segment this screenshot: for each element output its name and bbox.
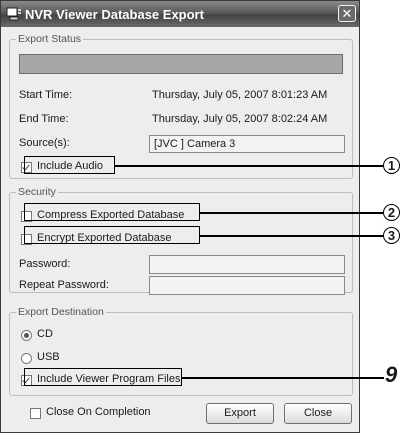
export-destination-legend: Export Destination bbox=[16, 306, 106, 318]
sources-value: [JVC ] Camera 3 bbox=[154, 138, 236, 150]
close-window-button[interactable]: ✕ bbox=[338, 5, 356, 22]
password-input[interactable] bbox=[149, 255, 345, 274]
window-title: NVR Viewer Database Export bbox=[25, 7, 204, 22]
nvr-app-icon bbox=[6, 7, 21, 21]
export-progress-bar bbox=[19, 54, 343, 74]
end-time-value: Thursday, July 05, 2007 8:02:24 AM bbox=[152, 113, 328, 125]
close-on-completion-checkbox[interactable] bbox=[30, 408, 41, 419]
close-on-completion-label: Close On Completion bbox=[46, 406, 151, 418]
sources-label: Source(s): bbox=[19, 137, 70, 149]
security-legend: Security bbox=[16, 186, 58, 198]
destination-cd-radio[interactable] bbox=[21, 330, 32, 341]
start-time-label: Start Time: bbox=[19, 89, 73, 101]
start-time-value: Thursday, July 05, 2007 8:01:23 AM bbox=[152, 89, 328, 101]
destination-cd-label: CD bbox=[37, 328, 53, 340]
export-status-legend: Export Status bbox=[16, 33, 84, 45]
highlight-include-audio bbox=[24, 156, 115, 174]
destination-usb-label: USB bbox=[37, 351, 60, 363]
callout-line-2 bbox=[200, 212, 383, 214]
callout-line-1 bbox=[115, 165, 383, 167]
repeat-password-label: Repeat Password: bbox=[19, 279, 109, 291]
highlight-include-viewer bbox=[24, 368, 182, 386]
sources-field: [JVC ] Camera 3 bbox=[149, 135, 345, 153]
callout-1: 1 bbox=[383, 157, 400, 174]
callout-line-3 bbox=[200, 235, 383, 237]
export-button[interactable]: Export bbox=[206, 403, 274, 424]
highlight-encrypt bbox=[24, 226, 200, 244]
end-time-label: End Time: bbox=[19, 113, 69, 125]
highlight-compress bbox=[24, 203, 200, 221]
title-bar: NVR Viewer Database Export ✕ bbox=[1, 1, 359, 27]
export-button-label: Export bbox=[224, 407, 256, 419]
repeat-password-input[interactable] bbox=[149, 276, 345, 295]
callout-9: 9 bbox=[385, 362, 398, 387]
callout-2: 2 bbox=[383, 204, 400, 221]
callout-3: 3 bbox=[383, 227, 400, 244]
password-label: Password: bbox=[19, 258, 71, 270]
callout-line-9 bbox=[182, 377, 384, 379]
close-icon: ✕ bbox=[341, 6, 353, 21]
destination-usb-radio[interactable] bbox=[21, 353, 32, 364]
close-button[interactable]: Close bbox=[284, 403, 352, 424]
close-button-label: Close bbox=[303, 407, 333, 419]
